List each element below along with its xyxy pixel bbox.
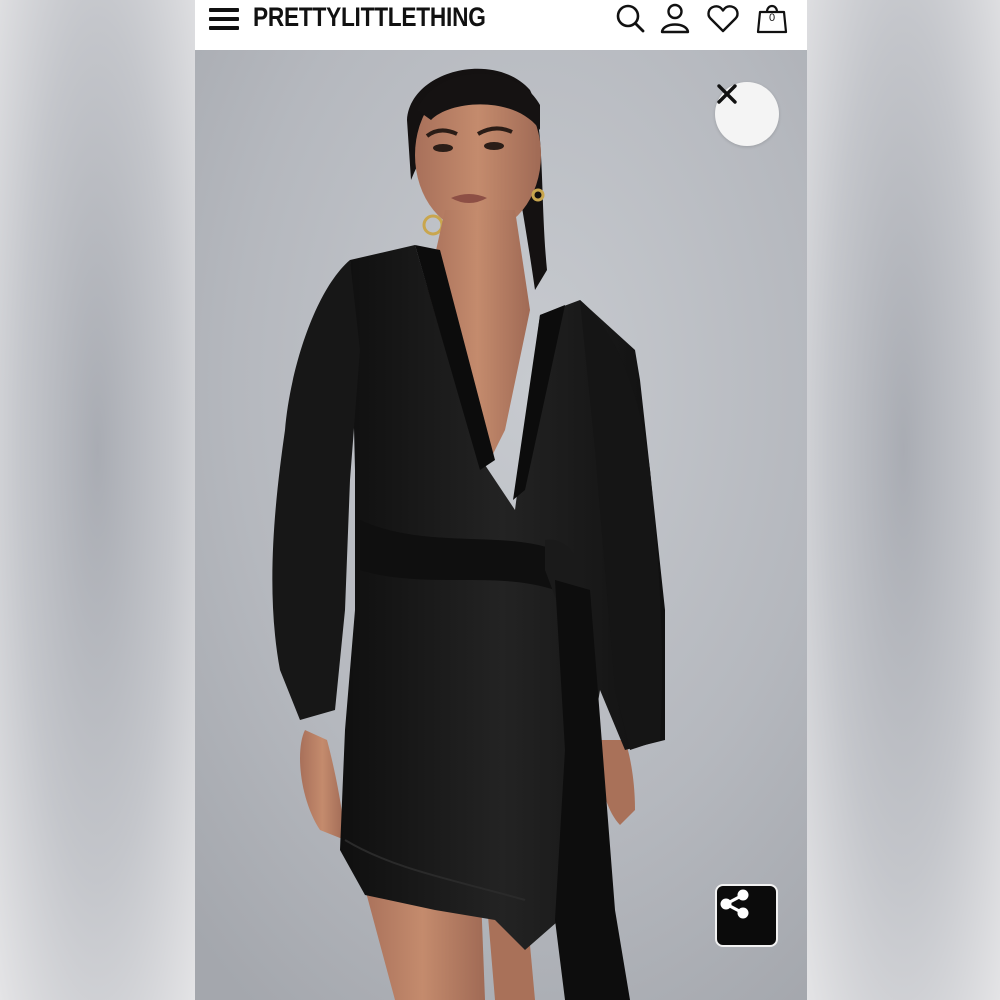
bag-count-badge: 0 <box>768 12 776 24</box>
search-icon[interactable] <box>613 1 647 35</box>
close-button[interactable] <box>715 82 779 146</box>
heart-icon[interactable] <box>706 1 740 35</box>
model-illustration <box>195 50 807 1000</box>
product-photo[interactable] <box>195 50 807 1000</box>
blurred-backdrop-left <box>0 0 195 1000</box>
top-navigation-bar: PRETTYLITTLETHING 0 <box>195 0 807 50</box>
brand-logo[interactable]: PRETTYLITTLETHING <box>253 0 486 34</box>
phone-screen: PRETTYLITTLETHING 0 <box>195 0 807 1000</box>
shopping-bag-icon[interactable]: 0 <box>755 1 789 35</box>
account-icon[interactable] <box>658 1 692 35</box>
close-icon <box>717 84 737 104</box>
blurred-backdrop-right <box>807 0 1000 1000</box>
hamburger-menu-icon[interactable] <box>207 4 243 36</box>
share-button[interactable] <box>715 884 778 947</box>
share-icon <box>720 889 749 919</box>
